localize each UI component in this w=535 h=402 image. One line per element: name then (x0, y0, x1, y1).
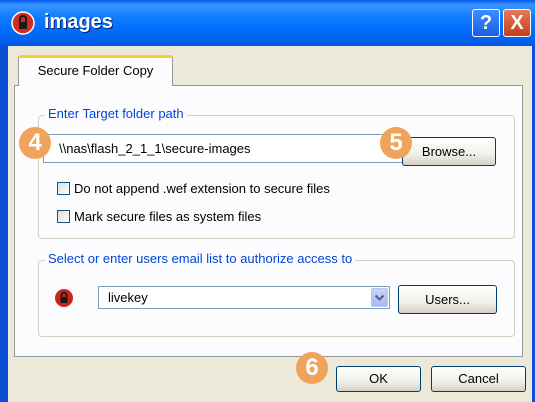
window-frame-left (0, 46, 8, 402)
target-path-input[interactable]: \\nas\flash_2_1_1\secure-images (43, 134, 403, 163)
step-marker-6: 6 (296, 352, 328, 384)
chevron-down-icon (374, 294, 385, 301)
help-button[interactable]: ? (472, 9, 500, 37)
no-wef-extension-label[interactable]: Do not append .wef extension to secure f… (74, 181, 330, 196)
title-bar[interactable]: images ? X (0, 0, 535, 46)
no-wef-extension-checkbox[interactable] (57, 182, 70, 195)
dropdown-button[interactable] (371, 288, 388, 307)
window-title: images (44, 11, 113, 33)
dialog-window: images ? X Secure Folder Copy Enter Targ… (0, 0, 535, 402)
lock-app-icon (11, 11, 35, 35)
target-folder-legend: Enter Target folder path (45, 106, 187, 121)
tab-secure-folder-copy[interactable]: Secure Folder Copy (18, 55, 173, 86)
cancel-button[interactable]: Cancel (431, 366, 526, 392)
close-button[interactable]: X (503, 9, 531, 37)
lock-icon (55, 289, 73, 307)
step-marker-5: 5 (380, 127, 412, 159)
users-group-legend: Select or enter users email list to auth… (45, 251, 356, 266)
user-email-combobox[interactable]: livekey (98, 286, 390, 309)
tab-label: Secure Folder Copy (37, 63, 154, 78)
system-files-checkbox[interactable] (57, 210, 70, 223)
step-marker-4: 4 (19, 127, 51, 159)
browse-button[interactable]: Browse... (402, 137, 496, 166)
selected-user-value: livekey (108, 290, 148, 305)
system-files-label[interactable]: Mark secure files as system files (74, 209, 261, 224)
users-button[interactable]: Users... (398, 285, 497, 314)
ok-button[interactable]: OK (336, 366, 421, 392)
